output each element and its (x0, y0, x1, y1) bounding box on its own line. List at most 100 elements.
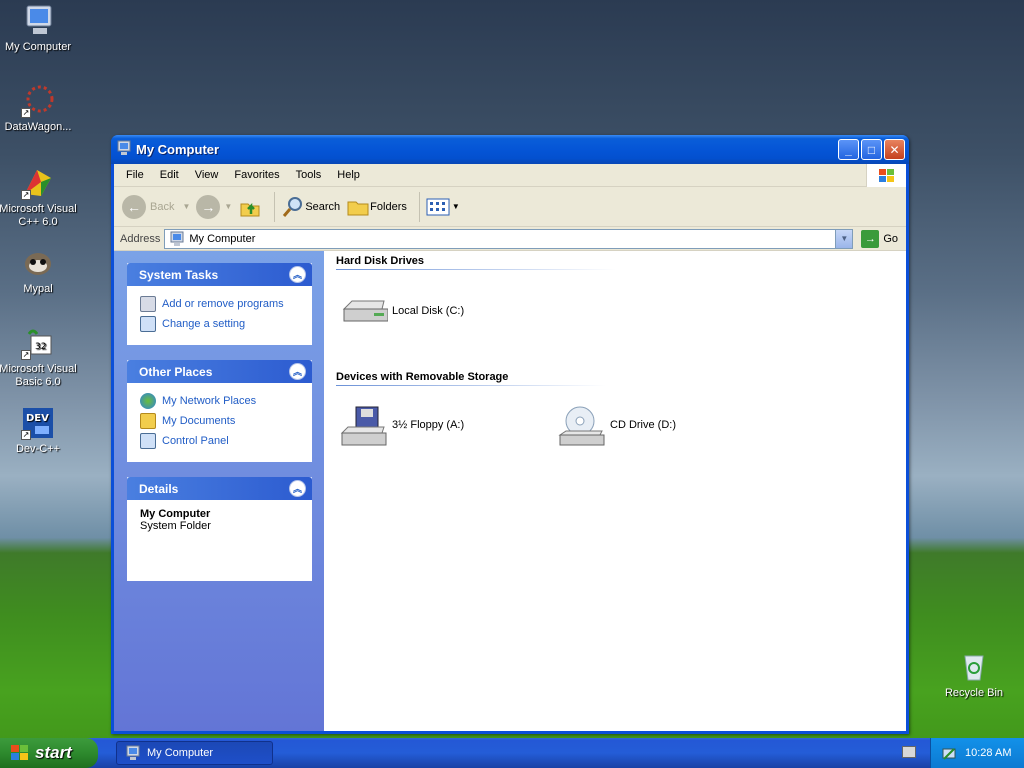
clock[interactable]: 10:28 AM (965, 747, 1011, 759)
floppy-drive-icon (340, 405, 388, 446)
visual-cpp-icon: ↗ (21, 166, 55, 200)
desktop-icon-label: Recycle Bin (944, 687, 1004, 699)
recycle-bin-icon (957, 650, 991, 684)
windows-logo-icon (11, 745, 28, 760)
system-tasks-header[interactable]: System Tasks ︽ (127, 263, 312, 286)
removable-list: 3½ Floppy (A:) CD Drive (D:) (340, 405, 906, 446)
system-tasks-panel: System Tasks ︽ Add or remove programs Ch… (127, 263, 312, 345)
menu-file[interactable]: File (118, 169, 152, 181)
desktop-icon-vc6[interactable]: ↗ Microsoft Visual C++ 6.0 (0, 166, 78, 229)
task-pane: System Tasks ︽ Add or remove programs Ch… (114, 251, 324, 731)
other-places-header[interactable]: Other Places ︽ (127, 360, 312, 383)
shortcut-arrow-icon: ↗ (21, 350, 31, 360)
desktop-icon-label: Mypal (23, 283, 53, 295)
my-documents-icon (140, 413, 156, 429)
network-places-icon (140, 393, 156, 409)
menu-edit[interactable]: Edit (152, 169, 187, 181)
group-header-removable: Devices with Removable Storage (336, 371, 606, 387)
desktop-icon-label: DataWagon... (4, 121, 72, 133)
desktop-icon-datawagon[interactable]: ↗ DataWagon... (0, 84, 78, 134)
search-icon (283, 196, 303, 217)
window-title: My Computer (136, 142, 220, 157)
desktop-icon-mypal[interactable]: Mypal (0, 246, 78, 296)
explorer-window: My Computer _ □ ✕ File Edit View Favorit… (111, 135, 909, 734)
up-folder-button[interactable] (238, 195, 262, 219)
place-control-panel[interactable]: Control Panel (140, 431, 301, 451)
go-button[interactable]: → Go (853, 229, 906, 248)
place-my-documents[interactable]: My Documents (140, 411, 301, 431)
title-bar[interactable]: My Computer _ □ ✕ (111, 135, 909, 164)
menu-tools[interactable]: Tools (288, 169, 330, 181)
collapse-chevron-icon[interactable]: ︽ (289, 266, 306, 283)
control-panel-icon (140, 316, 156, 332)
desktop-icon-my-computer[interactable]: My Computer (0, 4, 78, 54)
address-value: My Computer (189, 232, 256, 245)
system-tray: 10:28 AM (930, 738, 1024, 768)
network-tray-icon[interactable] (941, 745, 957, 761)
details-name: My Computer (140, 508, 211, 520)
desktop-icon-vb6[interactable]: 32 ↗ Microsoft Visual Basic 6.0 (0, 326, 78, 389)
address-label: Address (120, 232, 161, 245)
desktop-icon-devcpp[interactable]: DEV ↗ Dev-C++ (0, 406, 78, 456)
other-places-body: My Network Places My Documents Control P… (127, 383, 312, 462)
shortcut-arrow-icon: ↗ (21, 430, 31, 440)
keyboard-icon[interactable] (902, 746, 916, 758)
forward-arrow-icon: → (196, 194, 221, 219)
toolbar-separator (418, 191, 420, 222)
group-header-hard-disk: Hard Disk Drives (336, 255, 616, 271)
address-dropdown-chevron-icon[interactable]: ▼ (835, 229, 853, 248)
menu-help[interactable]: Help (329, 169, 368, 181)
menu-bar: File Edit View Favorites Tools Help (114, 164, 906, 187)
cd-drive-icon (558, 405, 606, 446)
file-view: Hard Disk Drives Local Disk (C:) Devices… (324, 251, 906, 731)
details-panel: Details ︽ My Computer System Folder (127, 477, 312, 581)
address-field[interactable]: My Computer ▼ (164, 228, 854, 249)
forward-button[interactable]: → ▼ (196, 194, 233, 219)
start-button[interactable]: start (0, 738, 98, 768)
place-network[interactable]: My Network Places (140, 391, 301, 411)
drive-local-disk-c[interactable]: Local Disk (C:) (340, 291, 558, 331)
back-button[interactable]: ← Back ▼ (122, 194, 191, 219)
up-folder-icon (240, 202, 260, 216)
svg-text:32: 32 (35, 342, 46, 352)
desktop-icon-label: Dev-C++ (15, 443, 61, 455)
svg-text:DEV: DEV (26, 413, 49, 424)
close-button[interactable]: ✕ (884, 139, 905, 160)
dev-cpp-icon: DEV ↗ (21, 406, 55, 440)
views-button[interactable]: ▼ (426, 197, 460, 217)
taskbar: start My Computer 10:28 AM (0, 738, 1024, 768)
drive-cd-d[interactable]: CD Drive (D:) (558, 405, 776, 446)
search-button[interactable]: Search (281, 195, 340, 219)
desktop-icon-label: Microsoft Visual C++ 6.0 (0, 203, 77, 228)
taskbar-item-my-computer[interactable]: My Computer (116, 741, 273, 765)
chevron-down-icon: ▼ (224, 202, 233, 211)
toolbar: ← Back ▼ → ▼ Search Folders ▼ (114, 187, 906, 227)
minimize-button[interactable]: _ (838, 139, 859, 160)
views-icon (426, 198, 450, 215)
toolbar-separator (274, 191, 276, 222)
maximize-button[interactable]: □ (861, 139, 882, 160)
details-header[interactable]: Details ︽ (127, 477, 312, 500)
menu-favorites[interactable]: Favorites (226, 169, 287, 181)
hard-disk-list: Local Disk (C:) (340, 291, 906, 331)
task-change-setting[interactable]: Change a setting (140, 314, 301, 334)
back-arrow-icon: ← (122, 194, 146, 219)
desktop-icon-recycle-bin[interactable]: Recycle Bin (934, 650, 1014, 700)
shortcut-arrow-icon: ↗ (21, 108, 31, 118)
collapse-chevron-icon[interactable]: ︽ (289, 480, 306, 497)
chevron-down-icon: ▼ (182, 202, 191, 211)
datawagon-icon: ↗ (21, 84, 55, 118)
menu-view[interactable]: View (187, 169, 227, 181)
folders-icon (347, 201, 369, 215)
details-body: My Computer System Folder (127, 500, 312, 581)
folders-button[interactable]: Folders (346, 195, 407, 219)
details-type: System Folder (140, 520, 211, 532)
computer-icon (170, 231, 184, 246)
hard-disk-icon (340, 291, 389, 331)
collapse-chevron-icon[interactable]: ︽ (289, 363, 306, 380)
visual-basic-icon: 32 ↗ (21, 326, 55, 360)
task-add-remove-programs[interactable]: Add or remove programs (140, 294, 301, 314)
drive-floppy-a[interactable]: 3½ Floppy (A:) (340, 405, 558, 446)
shortcut-arrow-icon: ↗ (21, 190, 31, 200)
other-places-panel: Other Places ︽ My Network Places My Docu… (127, 360, 312, 462)
